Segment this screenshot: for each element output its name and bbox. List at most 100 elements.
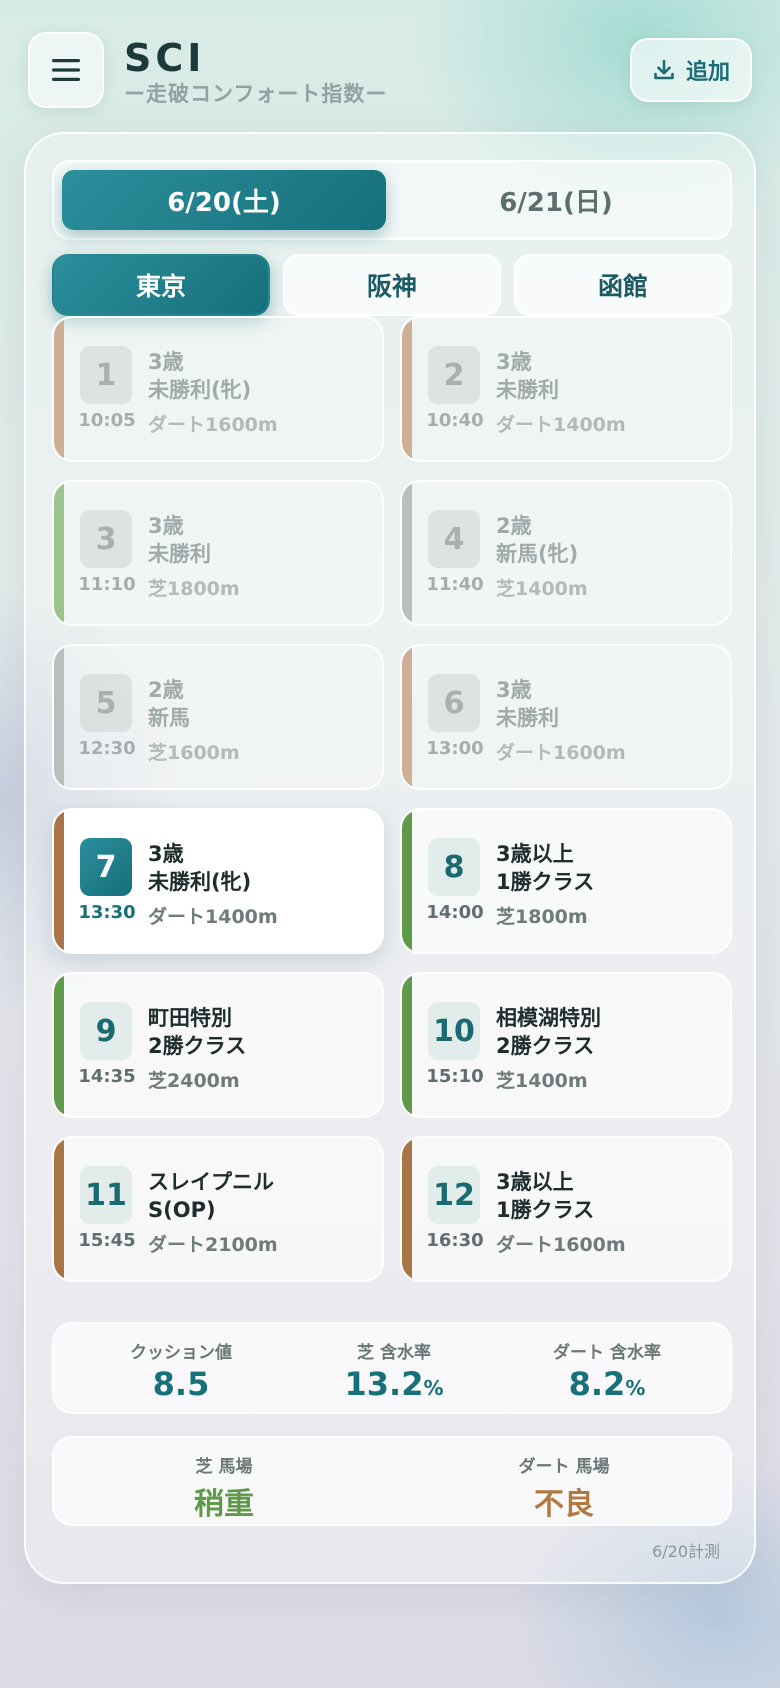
- race-surface-stripe: [402, 318, 412, 460]
- dirt-moisture-label: ダート 含水率: [553, 1343, 661, 1363]
- race-time: 12:30: [78, 738, 136, 759]
- venue-tab-hanshin[interactable]: 阪神: [283, 254, 501, 316]
- race-course: ダート1600m: [148, 414, 278, 436]
- race-name-line1: 3歳: [148, 842, 184, 866]
- race-name-line2: 新馬(牝): [496, 542, 579, 566]
- race-name: 3歳未勝利: [148, 512, 378, 568]
- race-surface-stripe: [54, 810, 64, 952]
- race-time: 13:30: [78, 902, 136, 923]
- menu-button[interactable]: [28, 32, 104, 108]
- turf-moisture-value: 13.2%: [344, 1365, 444, 1403]
- race-surface-stripe: [54, 318, 64, 460]
- race-surface-stripe: [402, 482, 412, 624]
- race-number: 12: [428, 1166, 480, 1224]
- venue-tab-tokyo[interactable]: 東京: [52, 254, 270, 316]
- race-card-6[interactable]: 6 13:00 3歳 未勝利 ダート1600m: [400, 644, 732, 790]
- tab-date-0620[interactable]: 6/20(土): [62, 170, 386, 230]
- race-name-line2: 未勝利(牝): [148, 870, 252, 894]
- download-icon: [654, 59, 674, 80]
- tab-date-0621[interactable]: 6/21(日): [394, 170, 718, 230]
- race-surface-stripe: [54, 974, 64, 1116]
- race-time: 11:10: [78, 574, 136, 595]
- race-time: 10:05: [78, 410, 136, 431]
- race-card-5[interactable]: 5 12:30 2歳 新馬芝1600m: [52, 644, 384, 790]
- race-name-line2: 1勝クラス: [496, 870, 595, 894]
- turf-moisture-unit: %: [423, 1376, 444, 1400]
- race-name-line2: 未勝利: [148, 542, 211, 566]
- race-panel: 6/20(土) 6/21(日) 東京 阪神 函館 1 10:05 3歳 未勝利(牝) ダ…: [24, 132, 756, 1584]
- add-button[interactable]: 追加: [630, 38, 752, 102]
- race-number: 10: [428, 1002, 480, 1060]
- race-name-line2: 新馬: [148, 706, 190, 730]
- race-number: 3: [80, 510, 132, 568]
- track-stats: クッション値 8.5 芝 含水率 13.2% ダート 含水率 8.2%: [52, 1322, 732, 1414]
- race-time: 16:30: [426, 1230, 484, 1251]
- race-name-line2: 未勝利(牝): [148, 378, 252, 402]
- race-course: 芝1800m: [496, 906, 588, 928]
- app-subtitle: ー走破コンフォート指数ー: [124, 82, 388, 106]
- race-name: 3歳以上 1勝クラス: [496, 840, 726, 896]
- race-card-11[interactable]: 11 15:45 スレイプニル S(OP) ダート2100m: [52, 1136, 384, 1282]
- race-number: 8: [428, 838, 480, 896]
- race-name: 3歳以上 1勝クラス: [496, 1168, 726, 1224]
- race-name-line1: スレイプニル: [148, 1170, 274, 1194]
- race-course: 芝1600m: [148, 742, 240, 764]
- race-course: ダート2100m: [148, 1234, 278, 1256]
- turf-condition: 芝 馬場 稍重: [54, 1452, 394, 1523]
- race-card-2[interactable]: 2 10:40 3歳 未勝利 ダート1400m: [400, 316, 732, 462]
- race-name-line2: S(OP): [148, 1198, 216, 1222]
- dirt-condition: ダート 馬場 不良: [394, 1452, 734, 1523]
- hamburger-icon: [52, 59, 80, 81]
- turf-condition-value: 稍重: [194, 1487, 254, 1522]
- race-time: 15:10: [426, 1066, 484, 1087]
- dirt-moisture-value: 8.2%: [568, 1365, 646, 1403]
- race-number: 5: [80, 674, 132, 732]
- race-name-line2: 未勝利: [496, 378, 559, 402]
- race-card-9[interactable]: 9 14:35 町田特別 2勝クラス 芝2400m: [52, 972, 384, 1118]
- race-time: 15:45: [78, 1230, 136, 1251]
- race-card-1[interactable]: 1 10:05 3歳 未勝利(牝) ダート1600m: [52, 316, 384, 462]
- app-title: SCI: [124, 36, 206, 80]
- race-course: 芝1400m: [496, 578, 588, 600]
- race-name-line2: 2勝クラス: [148, 1034, 247, 1058]
- turf-condition-label: 芝 馬場: [195, 1457, 253, 1477]
- race-surface-stripe: [402, 646, 412, 788]
- race-card-4[interactable]: 4 11:40 2歳 新馬(牝) 芝1400m: [400, 480, 732, 626]
- race-course: ダート1600m: [496, 742, 626, 764]
- race-name-line2: 1勝クラス: [496, 1198, 595, 1222]
- dirt-condition-label: ダート 馬場: [518, 1457, 610, 1477]
- add-button-label: 追加: [685, 60, 730, 85]
- race-name: 2歳 新馬: [148, 676, 378, 732]
- race-name-line1: 3歳以上: [496, 1170, 574, 1194]
- race-surface-stripe: [402, 810, 412, 952]
- race-card-7[interactable]: 7 13:30 3歳 未勝利(牝) ダート1400m: [52, 808, 384, 954]
- race-course: 芝1400m: [496, 1070, 588, 1092]
- race-time: 14:00: [426, 902, 484, 923]
- race-name: 3歳 未勝利(牝): [148, 348, 378, 404]
- race-course: ダート1400m: [496, 414, 626, 436]
- race-course: ダート1400m: [148, 906, 278, 928]
- race-course: 芝2400m: [148, 1070, 240, 1092]
- cushion-value: 8.5: [152, 1365, 210, 1403]
- race-card-8[interactable]: 8 14:00 3歳以上 1勝クラス芝1800m: [400, 808, 732, 954]
- cushion-label: クッション値: [130, 1343, 232, 1363]
- race-card-3[interactable]: 3 11:10 3歳 未勝利 芝1800m: [52, 480, 384, 626]
- venue-tab-hakodate[interactable]: 函館: [514, 254, 732, 316]
- turf-moisture-label: 芝 含水率: [357, 1343, 431, 1363]
- race-number: 9: [80, 1002, 132, 1060]
- race-name: 3歳 未勝利: [496, 348, 726, 404]
- race-name-line1: 相模湖特別: [496, 1006, 601, 1030]
- race-name-line1: 2歳: [496, 514, 532, 538]
- race-surface-stripe: [402, 1138, 412, 1280]
- race-name: 相模湖特別 2勝クラス: [496, 1004, 726, 1060]
- track-condition: 芝 馬場 稍重 ダート 馬場 不良: [52, 1436, 732, 1526]
- race-name: 2歳新馬(牝): [496, 512, 726, 568]
- race-card-12[interactable]: 12 16:30 3歳以上 1勝クラス ダート1600m: [400, 1136, 732, 1282]
- cushion-stat: クッション値 8.5: [68, 1338, 294, 1403]
- race-card-10[interactable]: 10 15:10 相模湖特別 2勝クラス芝1400m: [400, 972, 732, 1118]
- measured-note: 6/20計測: [652, 1542, 720, 1561]
- race-time: 13:00: [426, 738, 484, 759]
- race-name-line1: 3歳: [148, 514, 184, 538]
- dirt-moisture-unit: %: [625, 1376, 646, 1400]
- race-time: 10:40: [426, 410, 484, 431]
